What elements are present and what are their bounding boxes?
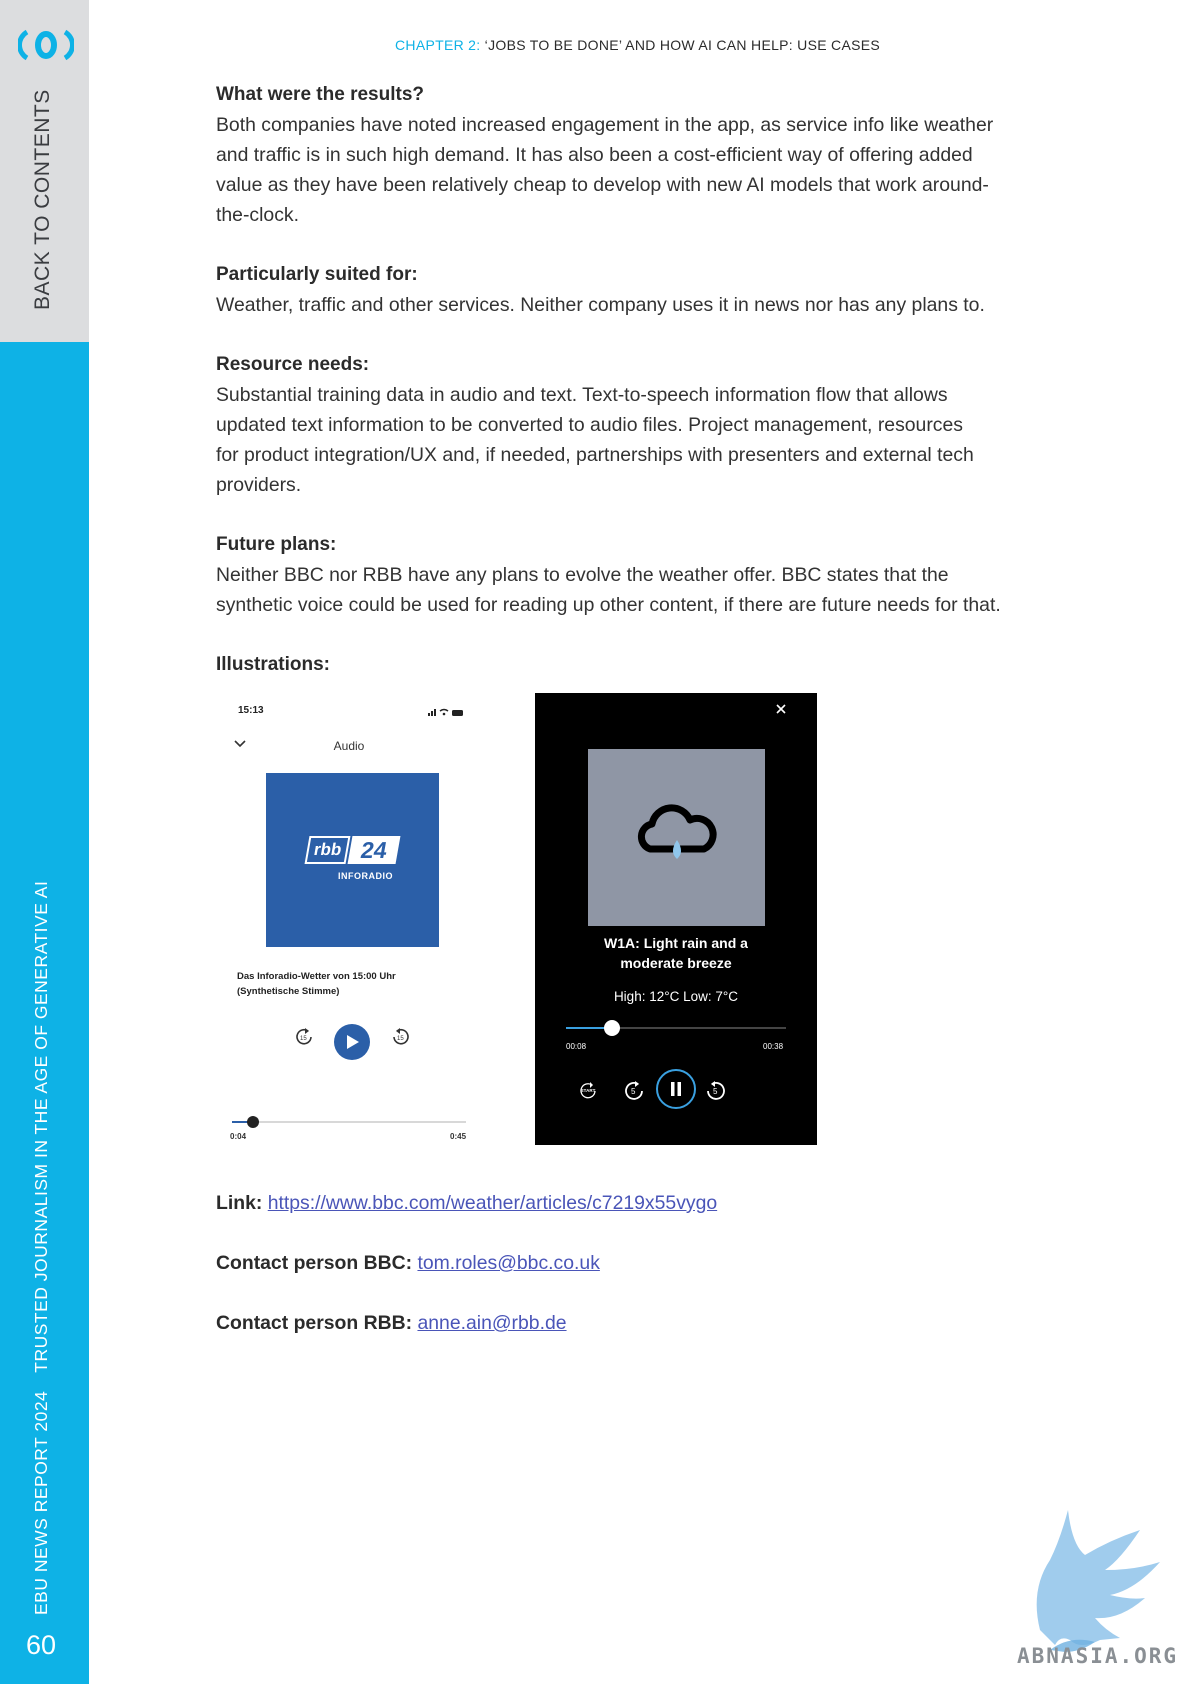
svg-text:15: 15: [300, 1036, 307, 1042]
contact-bbc-line: Contact person BBC: tom.roles@bbc.co.uk: [216, 1252, 600, 1275]
watermark-text: ABNASIA.ORG: [1017, 1644, 1179, 1668]
back-to-contents-panel[interactable]: BACK TO CONTENTS: [0, 0, 89, 342]
track-title: Das Inforadio-Wetter von 15:00 Uhr (Synt…: [237, 969, 396, 999]
rbb-progress-knob[interactable]: [247, 1116, 260, 1128]
play-button[interactable]: [334, 1024, 370, 1060]
bbc-article-link[interactable]: https://www.bbc.com/weather/articles/c72…: [268, 1192, 717, 1214]
elapsed-time: 0:04: [230, 1132, 247, 1141]
link-line: Link: https://www.bbc.com/weather/articl…: [216, 1192, 717, 1215]
chapter-header: CHAPTER 2: ‘JOBS TO BE DONE’ AND HOW AI …: [395, 37, 880, 53]
rewind-15-icon[interactable]: 15: [294, 1027, 314, 1047]
svg-text:5: 5: [713, 1087, 718, 1096]
section-heading: What were the results?: [216, 84, 424, 105]
rbb-logo-number: 24: [347, 836, 401, 864]
pause-icon: [671, 1082, 681, 1096]
paragraph-line: and traffic is in such high demand. It h…: [216, 144, 973, 166]
paragraph-line: the-clock.: [216, 204, 299, 226]
section-heading: Particularly suited for:: [216, 264, 418, 285]
weather-title-line: moderate breeze: [620, 955, 732, 971]
section-future-plans: Future plans: Neither BBC nor RBB have a…: [216, 530, 1096, 620]
play-icon: [347, 1035, 359, 1049]
report-name: EBU NEWS REPORT 2024: [31, 1390, 51, 1615]
duration-time: 0:45: [450, 1132, 467, 1141]
paragraph-line: providers.: [216, 474, 302, 496]
section-heading: Future plans:: [216, 534, 337, 555]
ebu-logo-icon: [18, 29, 74, 61]
forward-15-icon[interactable]: 15: [391, 1027, 411, 1047]
back-to-contents-link[interactable]: BACK TO CONTENTS: [31, 89, 55, 310]
bbc-progress-knob[interactable]: [604, 1020, 621, 1036]
paragraph-line: Neither BBC nor RBB have any plans to ev…: [216, 564, 949, 586]
page-number: 60: [26, 1630, 57, 1660]
contact-bbc-email-link[interactable]: tom.roles@bbc.co.uk: [417, 1252, 599, 1274]
status-time: 15:13: [238, 705, 264, 716]
weather-title: W1A: Light rain and a moderate breeze: [535, 933, 817, 973]
track-line: Das Inforadio-Wetter von 15:00 Uhr: [237, 971, 396, 982]
contact-rbb-line: Contact person RBB: anne.ain@rbb.de: [216, 1312, 567, 1335]
section-resource-needs: Resource needs: Substantial training dat…: [216, 350, 1096, 500]
contact-rbb-email-link[interactable]: anne.ain@rbb.de: [417, 1312, 566, 1334]
rain-cloud-icon: [637, 804, 717, 859]
forward-5-icon[interactable]: 5: [705, 1079, 727, 1103]
paragraph-line: synthetic voice could be used for readin…: [216, 594, 1001, 616]
chapter-title: ‘JOBS TO BE DONE’ AND HOW AI CAN HELP: U…: [484, 37, 881, 53]
contact-rbb-label: Contact person RBB:: [216, 1312, 413, 1334]
body-content: What were the results? Both companies ha…: [216, 80, 1096, 710]
rbb-progress-track[interactable]: [232, 1116, 466, 1128]
svg-text:5: 5: [631, 1087, 636, 1096]
rbb-cover-art: rbb 24 INFORADIO: [266, 773, 439, 947]
screen-title: Audio: [333, 739, 365, 753]
restart-button[interactable]: START: [578, 1081, 598, 1101]
bbc-app-screenshot: W1A: Light rain and a moderate breeze Hi…: [535, 693, 817, 1145]
report-subtitle: TRUSTED JOURNALISM IN THE AGE OF GENERAT…: [31, 880, 51, 1373]
section-results: What were the results? Both companies ha…: [216, 80, 1096, 230]
rbb-app-screenshot: 15:13 Audio rbb 24 INFORADIO Das Inforad…: [216, 693, 482, 1153]
pause-button[interactable]: [656, 1069, 696, 1109]
status-icons: [428, 708, 463, 716]
paragraph-line: Both companies have noted increased enga…: [216, 114, 994, 136]
section-suited-for: Particularly suited for: Weather, traffi…: [216, 260, 1096, 320]
rewind-5-icon[interactable]: 5: [623, 1079, 645, 1103]
duration-time: 00:38: [763, 1042, 784, 1051]
track-line: (Synthetische Stimme): [237, 986, 340, 997]
section-heading: Illustrations:: [216, 654, 331, 675]
svg-text:15: 15: [397, 1036, 404, 1042]
weather-temps: High: 12°C Low: 7°C: [613, 989, 739, 1004]
report-title: EBU NEWS REPORT 2024 TRUSTED JOURNALISM I…: [31, 881, 52, 1615]
paragraph-line: Substantial training data in audio and t…: [216, 384, 948, 406]
sidebar: BACK TO CONTENTS EBU NEWS REPORT 2024 TRU…: [0, 0, 89, 1684]
rbb-logo-sub: INFORADIO: [338, 871, 393, 881]
start-label: START: [580, 1088, 596, 1093]
close-icon[interactable]: [775, 703, 787, 715]
weather-title-line: W1A: Light rain and a: [604, 935, 748, 951]
paragraph-line: value as they have been relatively cheap…: [216, 174, 989, 196]
elapsed-time: 00:08: [566, 1042, 587, 1051]
chapter-label: CHAPTER 2:: [395, 37, 481, 53]
contact-bbc-label: Contact person BBC:: [216, 1252, 413, 1274]
section-heading: Resource needs:: [216, 354, 370, 375]
weather-art: [588, 749, 765, 926]
paragraph-line: Weather, traffic and other services. Nei…: [216, 294, 985, 316]
link-label: Link:: [216, 1192, 263, 1214]
bbc-progress-track[interactable]: [566, 1020, 786, 1036]
section-illustrations: Illustrations:: [216, 650, 1096, 680]
paragraph-line: updated text information to be converted…: [216, 414, 963, 436]
paragraph-line: for product integration/UX and, if neede…: [216, 444, 974, 466]
rbb-logo-left: rbb: [304, 836, 351, 864]
